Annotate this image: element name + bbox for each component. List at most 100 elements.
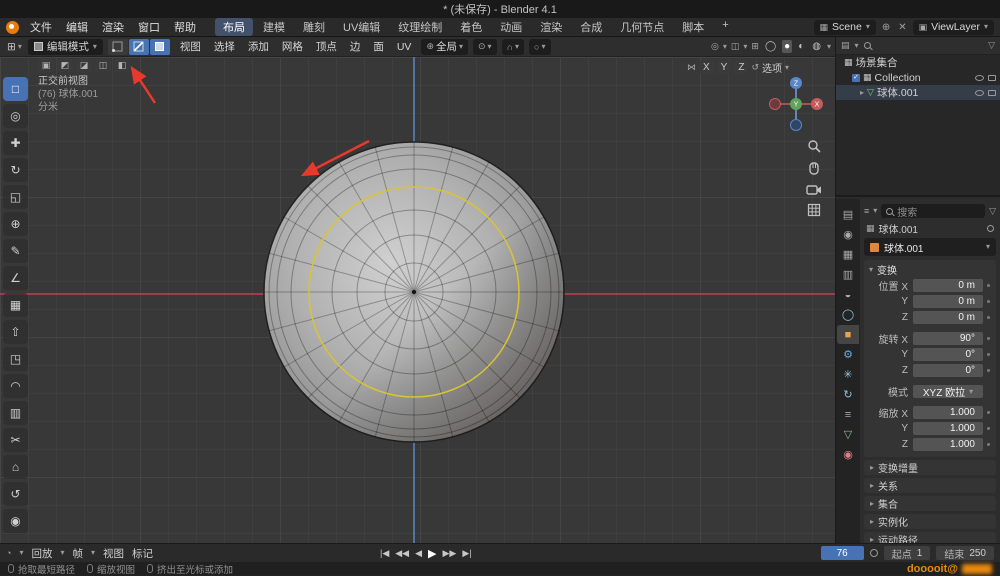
tool-measure[interactable]: ∠ xyxy=(3,266,28,290)
select-intersect-button[interactable]: ◧ xyxy=(114,59,130,72)
tab-physics[interactable]: ↻ xyxy=(837,385,859,404)
tool-add-cube[interactable]: ▦ xyxy=(3,293,28,317)
scene-selector[interactable]: ▦ Scene ▾ xyxy=(814,20,876,35)
tab-render[interactable]: ◉ xyxy=(837,225,859,244)
new-scene-button[interactable]: ⊕ xyxy=(880,22,892,33)
timeline-menu-marker[interactable]: 标记 xyxy=(132,546,153,561)
panel-motion-paths[interactable]: ▸ 运动路径 xyxy=(864,532,996,543)
overlays-toggle[interactable]: ◫ xyxy=(731,41,740,52)
tool-smooth[interactable]: ◉ xyxy=(3,509,28,533)
workspace-tab-animation[interactable]: 动画 xyxy=(492,18,530,36)
rotation-x-field[interactable]: 90° xyxy=(913,332,983,345)
transform-panel-header[interactable]: ▾ 变换 xyxy=(867,262,993,277)
tool-inset-faces[interactable]: ◳ xyxy=(3,347,28,371)
mirror-z-toggle[interactable]: Z xyxy=(734,61,748,74)
tab-tool[interactable]: ▤ xyxy=(837,205,859,224)
location-x-field[interactable]: 0 m xyxy=(913,279,983,292)
pan-hand-icon[interactable] xyxy=(807,161,821,175)
gizmo-z-neg-axis[interactable] xyxy=(791,120,802,131)
panel-instancing[interactable]: ▸ 实例化 xyxy=(864,514,996,529)
menu-select[interactable]: 选择 xyxy=(209,39,240,54)
menu-edit[interactable]: 编辑 xyxy=(59,19,95,35)
workspace-tab-texture-paint[interactable]: 纹理绘制 xyxy=(390,18,450,36)
zoom-icon[interactable] xyxy=(807,139,821,153)
snap-dropdown[interactable]: ∩ ▾ xyxy=(502,39,524,55)
animate-dot-icon[interactable] xyxy=(987,300,990,303)
jump-prev-keyframe-button[interactable]: ◀◀ xyxy=(395,548,409,559)
editor-type-button[interactable]: ⊞ ▾ xyxy=(4,41,25,53)
select-new-button[interactable]: ▣ xyxy=(38,59,54,72)
tab-material[interactable]: ◉ xyxy=(837,445,859,464)
pivot-point-dropdown[interactable]: ⊙ ▾ xyxy=(473,39,497,55)
animate-dot-icon[interactable] xyxy=(987,427,990,430)
mirror-x-toggle[interactable]: X xyxy=(699,61,714,74)
menu-edge[interactable]: 边 xyxy=(345,39,366,54)
face-select-button[interactable] xyxy=(150,39,170,55)
edge-select-button[interactable] xyxy=(129,39,149,55)
vertex-select-button[interactable] xyxy=(108,39,128,55)
scale-y-field[interactable]: 1.000 xyxy=(913,422,983,435)
timeline-menu-playback[interactable]: 回放 xyxy=(31,546,52,561)
shading-solid-button[interactable]: ● xyxy=(782,40,792,53)
play-reverse-button[interactable]: ◀ xyxy=(415,548,422,559)
menu-mesh[interactable]: 网格 xyxy=(277,39,308,54)
panel-transform-delta[interactable]: ▸ 变换增量 xyxy=(864,460,996,475)
tab-particles[interactable]: ✳ xyxy=(837,365,859,384)
animate-dot-icon[interactable] xyxy=(987,284,990,287)
frame-start-field[interactable]: 起点 1 xyxy=(884,546,931,560)
menu-render[interactable]: 渲染 xyxy=(95,19,131,35)
tool-spin[interactable]: ↺ xyxy=(3,482,28,506)
rotation-y-field[interactable]: 0° xyxy=(913,348,983,361)
mirror-y-toggle[interactable]: Y xyxy=(717,61,732,74)
tab-object-data[interactable]: ▽ xyxy=(837,425,859,444)
tool-transform[interactable]: ⊕ xyxy=(3,212,28,236)
viewport-3d[interactable]: ▣ ◩ ◪ ◫ ◧ 正交前视图 (76) 球体.001 分米 ⋈ X Y Z ↺… xyxy=(0,57,835,543)
workspace-tab-scripting[interactable]: 脚本 xyxy=(674,18,712,36)
tool-scale[interactable]: ◱ xyxy=(3,185,28,209)
tool-loop-cut[interactable]: ▥ xyxy=(3,401,28,425)
scale-z-field[interactable]: 1.000 xyxy=(913,438,983,451)
animate-dot-icon[interactable] xyxy=(987,353,990,356)
jump-to-start-button[interactable]: |◀ xyxy=(380,548,389,559)
workspace-tab-shading[interactable]: 着色 xyxy=(452,18,490,36)
tab-object[interactable]: ■ xyxy=(837,325,859,344)
outliner-row-collection[interactable]: ✓ ▦ Collection xyxy=(836,70,1000,85)
search-icon[interactable] xyxy=(864,42,871,49)
rotation-z-field[interactable]: 0° xyxy=(913,364,983,377)
menu-add[interactable]: 添加 xyxy=(243,39,274,54)
gizmo-x-neg-axis[interactable] xyxy=(770,99,781,110)
tool-knife[interactable]: ✂ xyxy=(3,428,28,452)
workspace-tab-sculpting[interactable]: 雕刻 xyxy=(295,18,333,36)
shading-rendered-button[interactable]: ◍ xyxy=(810,40,823,53)
ortho-grid-icon[interactable] xyxy=(807,203,821,217)
xray-toggle[interactable]: ⊞ xyxy=(751,41,759,52)
timeline-editor-icon[interactable]: ◔ xyxy=(6,548,11,558)
unlink-scene-button[interactable]: ✕ xyxy=(896,22,908,33)
outliner-editor-icon[interactable]: ▤ xyxy=(841,40,850,51)
select-invert-button[interactable]: ◫ xyxy=(95,59,111,72)
hide-eye-icon[interactable] xyxy=(975,75,984,81)
transform-orientation-dropdown[interactable]: ⊕ 全局 ▾ xyxy=(421,39,468,55)
proportional-edit-dropdown[interactable]: ○ ▾ xyxy=(529,39,550,55)
animate-dot-icon[interactable] xyxy=(987,337,990,340)
collection-checkbox[interactable]: ✓ xyxy=(852,74,860,82)
menu-face[interactable]: 面 xyxy=(368,39,389,54)
tab-output[interactable]: ▦ xyxy=(837,245,859,264)
auto-keying-toggle[interactable] xyxy=(870,549,878,557)
tool-cursor[interactable]: ◎ xyxy=(3,104,28,128)
navigation-gizmo[interactable]: Z X Y xyxy=(765,73,827,135)
play-button[interactable]: ▶ xyxy=(428,547,436,560)
tool-select-box[interactable]: □ xyxy=(3,77,28,101)
timeline-menu-keying[interactable]: 帧 xyxy=(72,546,83,561)
select-extend-button[interactable]: ◩ xyxy=(57,59,73,72)
menu-vertex[interactable]: 顶点 xyxy=(311,39,342,54)
frame-end-field[interactable]: 结束 250 xyxy=(936,546,994,560)
expand-caret-icon[interactable]: ▸ xyxy=(860,89,864,97)
workspace-tab-modeling[interactable]: 建模 xyxy=(255,18,293,36)
menu-help[interactable]: 帮助 xyxy=(167,19,203,35)
location-z-field[interactable]: 0 m xyxy=(913,311,983,324)
tool-poly-build[interactable]: ⌂ xyxy=(3,455,28,479)
jump-next-keyframe-button[interactable]: ▶▶ xyxy=(443,548,457,559)
shading-material-button[interactable]: ◐ xyxy=(796,40,806,53)
animate-dot-icon[interactable] xyxy=(987,369,990,372)
